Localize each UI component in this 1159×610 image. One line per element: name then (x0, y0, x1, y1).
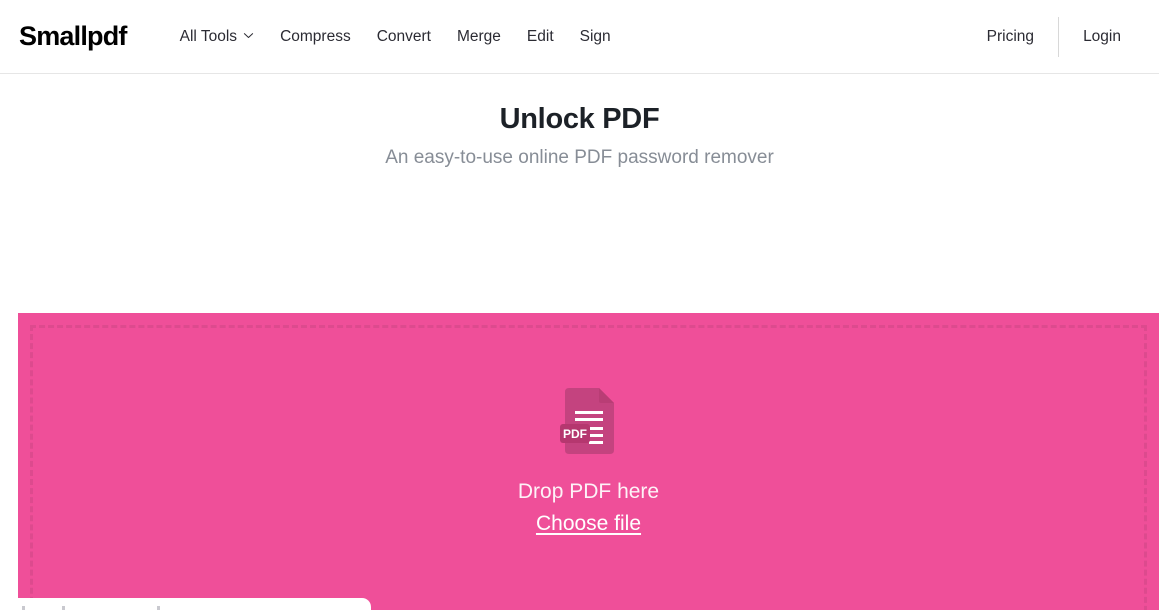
choose-file-link[interactable]: Choose file (536, 511, 641, 537)
dropzone-drop-text: Drop PDF here (517, 480, 660, 503)
nav-item-all-tools[interactable]: All Tools (167, 22, 267, 52)
smallpdf-logo[interactable]: Smallpdf (19, 23, 127, 50)
site-header: Smallpdf All Tools Compress Convert Merg… (0, 0, 1159, 74)
page-title: Unlock PDF (499, 103, 660, 135)
banner-mark (62, 606, 65, 610)
header-right-actions: Pricing Login (971, 0, 1159, 73)
nav-item-merge[interactable]: Merge (444, 22, 514, 52)
pricing-link[interactable]: Pricing (971, 22, 1050, 52)
nav-item-all-tools-label: All Tools (179, 27, 238, 45)
login-button[interactable]: Login (1067, 22, 1137, 52)
hero-section: Unlock PDF An easy-to-use online PDF pas… (0, 74, 1159, 170)
page-subtitle: An easy-to-use online PDF password remov… (385, 146, 774, 168)
nav-item-sign[interactable]: Sign (567, 22, 624, 52)
banner-mark (157, 606, 160, 610)
nav-item-edit[interactable]: Edit (514, 22, 567, 52)
nav-item-compress[interactable]: Compress (267, 22, 364, 52)
bottom-banner-marks (0, 604, 371, 610)
chevron-down-icon (243, 30, 254, 41)
header-divider (1058, 16, 1060, 57)
main-navigation: All Tools Compress Convert Merge Edit Si… (167, 22, 624, 52)
dropzone-content: PDF Drop PDF here Choose file (18, 313, 1159, 610)
banner-mark (22, 606, 25, 610)
file-dropzone[interactable]: PDF Drop PDF here Choose file (18, 313, 1159, 610)
bottom-banner-partial[interactable] (0, 598, 371, 610)
pdf-file-icon: PDF (559, 386, 619, 460)
pdf-badge-label: PDF (563, 427, 587, 441)
nav-item-convert[interactable]: Convert (364, 22, 444, 52)
